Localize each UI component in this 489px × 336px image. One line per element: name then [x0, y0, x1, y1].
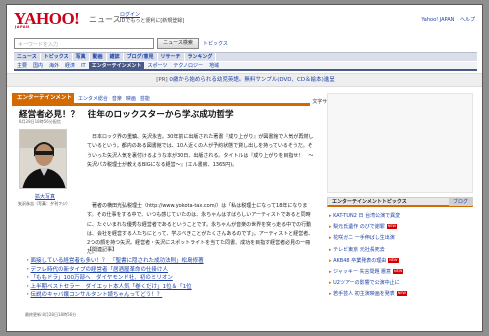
secondary-nav: 主要 国内 海外 経済 IT エンターテインメント スポーツ テクノロジー 地域: [14, 62, 477, 71]
sidebar-topic-item[interactable]: 梨元氏遺作 のびで謝罪NEW: [329, 222, 475, 233]
tab-sports[interactable]: スポーツ: [144, 62, 170, 70]
tab-world[interactable]: 海外: [46, 62, 62, 70]
tab-economy[interactable]: 経済: [62, 62, 78, 70]
related-articles: 面接している経営者も多い！？ 「聖書に隠された成功法則」松島修著 デフレ時代の新…: [25, 257, 204, 300]
tab-main[interactable]: 主要: [14, 62, 30, 70]
enlarge-photo-link[interactable]: 拡大写真: [35, 193, 55, 200]
yahoo-logo-sub: JAPAN: [15, 25, 30, 29]
nav-news[interactable]: ニュース: [14, 53, 41, 61]
tab-it[interactable]: IT: [78, 62, 89, 70]
sidebar-topic-text: KAT-TUN2 日 台湾公演で異変: [333, 213, 401, 219]
header-links: Yahoo! JAPAN ヘルプ: [417, 16, 475, 23]
new-badge: NEW: [388, 257, 399, 263]
topic-celebrity[interactable]: 芸能: [140, 96, 150, 102]
sidebar-topic-item[interactable]: 花咲ガニ 一手伸ばし生出演: [329, 233, 475, 244]
sidebar-topic-text: ジャッキー 失言問題 悪意: [333, 269, 392, 276]
portrait-image: [20, 130, 66, 188]
tab-entertainment[interactable]: エンターテインメント: [88, 62, 145, 70]
promo-banner[interactable]: [PR] 0歳から始められる幼児英語。無料サンプル(DVD、CD＆絵本)進呈: [7, 73, 482, 87]
sidebar-blog-tab[interactable]: ブログ: [448, 198, 472, 206]
tab-technology[interactable]: テクノロジー: [170, 62, 206, 70]
sidebar-ad-area: [327, 93, 473, 193]
new-badge: NEW: [396, 291, 407, 297]
search-mode-link[interactable]: トピックス: [203, 40, 228, 47]
last-updated: 最終更新:8月28日18時56分: [25, 312, 77, 317]
promo-tag: [PR]: [156, 77, 168, 83]
nav-ranking[interactable]: ランキング: [185, 53, 217, 61]
article-photo[interactable]: [19, 129, 67, 189]
new-badge: NEW: [386, 224, 397, 230]
related-link[interactable]: 上半期ベストセラー ダイエット本人気「巻くだけ」1位＆「1位: [25, 283, 204, 292]
new-badge: NEW: [393, 269, 404, 275]
nav-research[interactable]: リサーチ: [158, 53, 185, 61]
nav-photos[interactable]: 写真: [73, 53, 90, 61]
sidebar-topic-text: AKB48 卒業発表の理由: [333, 257, 387, 264]
primary-nav: ニュース トピックス 写真 動画 雑誌 ブログ/意見 リサーチ ランキング: [14, 52, 477, 61]
sidebar-topic-item[interactable]: テレビ東京 元社長死去: [329, 245, 475, 256]
header-link-yahoo-japan[interactable]: Yahoo! JAPAN: [421, 17, 454, 23]
category-divider: [12, 103, 310, 106]
related-link[interactable]: 「ももドラ」100万部へ ダイヤモンド社、初のミリオン: [25, 274, 204, 283]
sidebar-topic-item[interactable]: AKB48 卒業発表の理由NEW: [329, 256, 475, 267]
sidebar-topic-text: 梨元氏遺作 のびで謝罪: [333, 224, 385, 231]
topic-movies[interactable]: 映画: [126, 96, 136, 102]
sidebar-topic-item[interactable]: ジャッキー 失言問題 悪意NEW: [329, 267, 475, 278]
nav-magazine[interactable]: 雑誌: [107, 53, 124, 61]
related-heading: 【関連記事】: [87, 247, 118, 253]
sidebar-topics-header: エンターテインメントトピックス ブログ: [327, 197, 473, 207]
category-topics: エンタメ総合 音楽 映画 芸能: [78, 95, 154, 102]
related-link[interactable]: 面接している経営者も多い！？ 「聖書に隠された成功法則」松島修著: [25, 257, 204, 266]
sidebar-topics-list: KAT-TUN2 日 台湾公演で異変梨元氏遺作 のびで謝罪NEW花咲ガニ 一手伸…: [329, 211, 475, 301]
sidebar-topic-item[interactable]: U2ツアーの影響で公演中止に: [329, 278, 475, 289]
sidebar-topic-text: テレビ東京 元社長死去: [333, 246, 385, 253]
promo-link[interactable]: 0歳から始められる幼児英語。無料サンプル(DVD、CD＆絵本)進呈: [169, 77, 334, 83]
article-body-1: 日本ロック界の重鎮、矢沢永吉。30年前に出版された著書『成り上がり』が図書館で人…: [87, 134, 314, 168]
related-link[interactable]: デフレ時代の新タイプの経営者「居酒屋革命の仕掛け人: [25, 266, 204, 275]
sidebar-topics-title[interactable]: エンターテインメントトピックス: [328, 199, 407, 205]
topic-ent-general[interactable]: エンタメ総合: [78, 96, 108, 102]
nav-video[interactable]: 動画: [90, 53, 107, 61]
nav-blog[interactable]: ブログ/意見: [124, 53, 158, 61]
header-link-help[interactable]: ヘルプ: [460, 17, 475, 23]
nav-topics[interactable]: トピックス: [41, 53, 73, 61]
login-subtext[interactable]: IDでもっと便利に[新規登録]: [120, 17, 184, 24]
sidebar-topic-item[interactable]: 若手芸人 初主演映画を発表NEW: [329, 289, 475, 300]
sidebar-topic-item[interactable]: KAT-TUN2 日 台湾公演で異変: [329, 211, 475, 222]
browser-frame: YAHOO! JAPAN ニュース ログイン IDでもっと便利に[新規登録] Y…: [6, 4, 483, 332]
sidebar-topic-text: 若手芸人 初主演映画を発表: [333, 291, 395, 298]
search-button[interactable]: ニュース検索: [157, 38, 199, 49]
tab-local[interactable]: 地域: [206, 62, 222, 70]
sidebar-topic-text: 花咲ガニ 一手伸ばし生出演: [333, 235, 395, 242]
photo-caption: 矢沢永吉（写真：夕刊フジ）: [18, 201, 70, 206]
tab-domestic[interactable]: 国内: [30, 62, 46, 70]
section-title[interactable]: ニュース: [89, 14, 121, 25]
article-body-2: 著者の横田光弘税理士（http://www.yokota-tax.com/）は「…: [87, 203, 314, 256]
article-dateline: 8月28日18時56分配信: [19, 119, 61, 124]
sidebar-topic-text: U2ツアーの影響で公演中止に: [333, 280, 400, 287]
topic-music[interactable]: 音楽: [112, 96, 122, 102]
search-input[interactable]: キーワードを入力: [14, 38, 154, 49]
category-tab[interactable]: エンターテインメント: [12, 93, 74, 103]
related-link[interactable]: 伝説のキャバ嬢コンサルタント読ちゃんってどう！？: [25, 291, 204, 300]
